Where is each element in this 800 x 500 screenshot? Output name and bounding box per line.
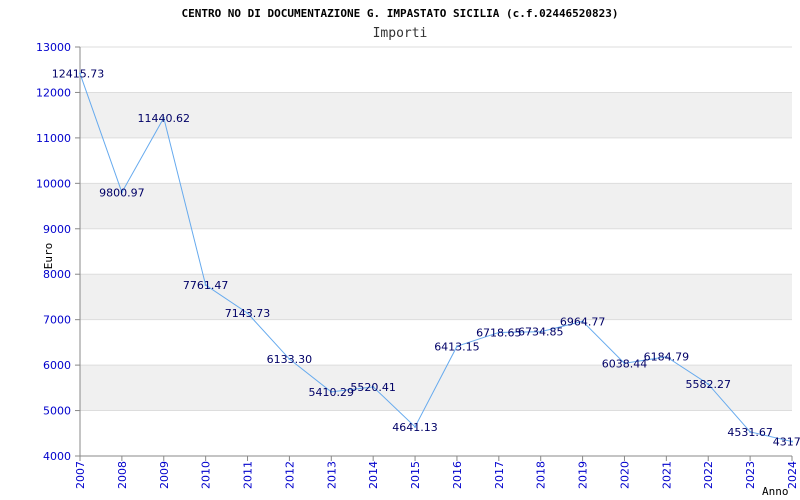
x-tick-label: 2008	[116, 461, 129, 489]
data-label: 5410.29	[309, 386, 355, 399]
data-label: 9800.97	[99, 186, 145, 199]
data-label: 5582.27	[685, 378, 731, 391]
y-tick-label: 11000	[36, 132, 71, 145]
y-tick-label: 7000	[43, 314, 71, 327]
x-tick-label: 2024	[786, 461, 799, 489]
x-tick-label: 2013	[325, 461, 338, 489]
y-tick-label: 10000	[36, 177, 71, 190]
chart-subtitle: Importi	[373, 26, 428, 41]
x-tick-label: 2016	[451, 461, 464, 489]
data-label: 6718.65	[476, 326, 522, 339]
x-tick-label: 2012	[283, 461, 296, 489]
x-tick-label: 2023	[744, 461, 757, 489]
y-tick-label: 9000	[43, 223, 71, 236]
x-tick-label: 2014	[367, 461, 380, 489]
y-tick-label: 5000	[43, 405, 71, 418]
x-tick-label: 2021	[660, 461, 673, 489]
data-label: 6038.44	[602, 357, 648, 370]
x-tick-label: 2017	[493, 461, 506, 489]
y-tick-label: 4000	[43, 450, 71, 463]
x-tick-label: 2007	[74, 461, 87, 489]
data-label: 7761.47	[183, 279, 229, 292]
x-axis-ticks: 2007 2008 2009 2010 2011 2012 2013 2014 2015 2016…	[74, 461, 799, 489]
data-label: 5520.41	[350, 381, 396, 394]
chart-title: CENTRO NO DI DOCUMENTAZIONE G. IMPASTATO…	[181, 7, 618, 20]
y-axis-label: Euro	[42, 243, 55, 270]
y-tick-label: 12000	[36, 86, 71, 99]
x-tick-label: 2011	[242, 461, 255, 489]
x-tick-label: 2010	[200, 461, 213, 489]
data-label: 7143.73	[225, 307, 271, 320]
x-axis-label: Anno	[762, 485, 789, 498]
data-label: 4317.9	[773, 436, 800, 449]
x-tick-label: 2018	[535, 461, 548, 489]
data-label: 4531.67	[727, 426, 773, 439]
data-label: 6184.79	[644, 351, 690, 364]
y-tick-label: 6000	[43, 359, 71, 372]
data-label: 6413.15	[434, 340, 480, 353]
data-label: 11440.62	[138, 112, 191, 125]
data-label: 6133.30	[267, 353, 313, 366]
x-tick-label: 2009	[158, 461, 171, 489]
y-tick-label: 13000	[36, 41, 71, 54]
data-label: 6734.85	[518, 326, 564, 339]
x-tick-label: 2015	[409, 461, 422, 489]
x-tick-label: 2020	[618, 461, 631, 489]
data-label: 12415.73	[52, 68, 105, 81]
y-tick-label: 8000	[43, 268, 71, 281]
data-label: 4641.13	[392, 421, 438, 434]
x-tick-label: 2019	[577, 461, 590, 489]
x-tick-label: 2022	[702, 461, 715, 489]
grid-band	[80, 183, 792, 229]
line-chart: CENTRO NO DI DOCUMENTAZIONE G. IMPASTATO…	[36, 7, 800, 498]
data-label: 6964.77	[560, 315, 606, 328]
